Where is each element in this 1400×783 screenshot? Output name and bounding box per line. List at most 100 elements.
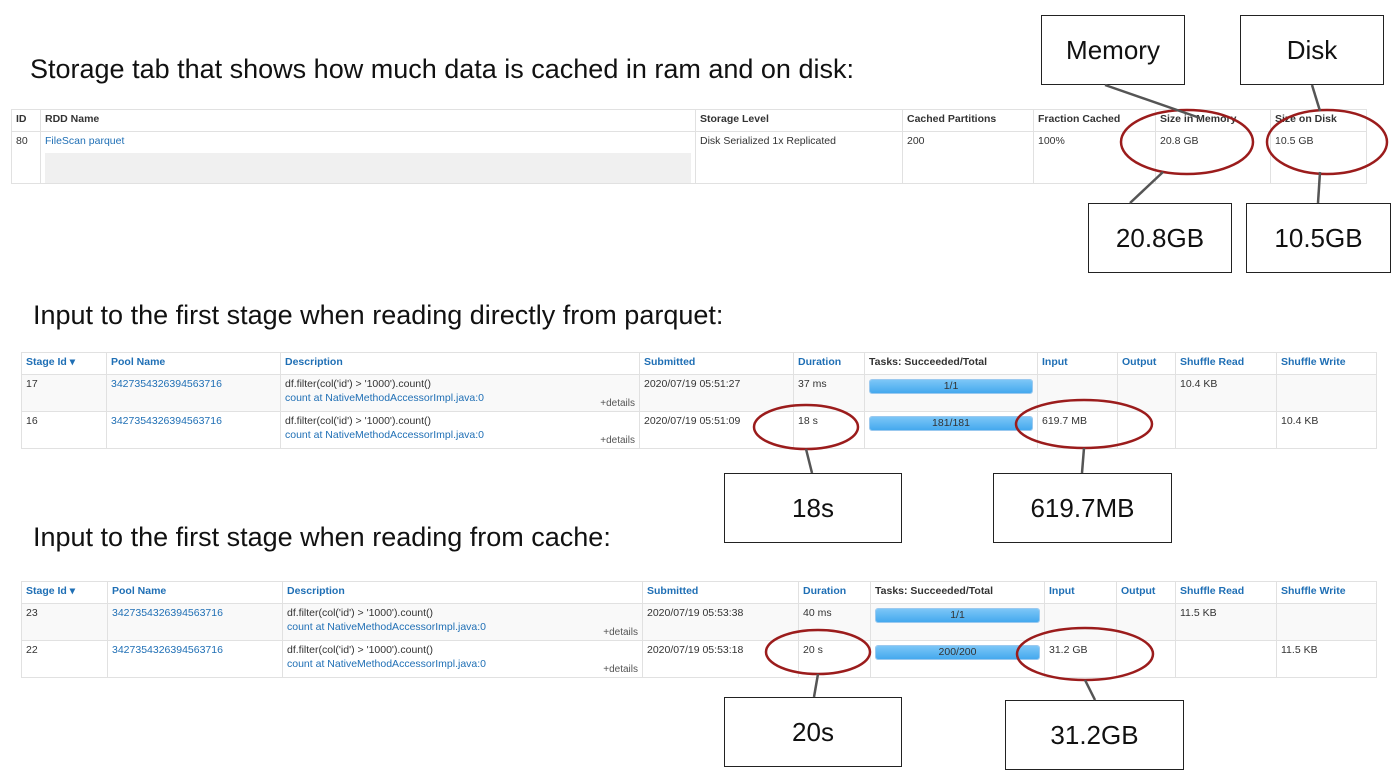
shuffle-write	[1276, 374, 1377, 412]
details-toggle[interactable]: +details	[603, 664, 638, 675]
cache-stages-table: Stage Id ▾ Pool Name Description Submitt…	[21, 581, 1377, 678]
col-size-in-memory[interactable]: Size in Memory	[1155, 109, 1271, 132]
col-tasks: Tasks: Succeeded/Total	[870, 581, 1045, 604]
disk-leader-line	[1310, 84, 1322, 112]
col-pool-name[interactable]: Pool Name	[106, 352, 281, 375]
pool-name-link[interactable]: 3427354326394563716	[111, 378, 222, 390]
col-fraction-cached[interactable]: Fraction Cached	[1033, 109, 1156, 132]
col-shuffle-read[interactable]: Shuffle Read	[1175, 581, 1277, 604]
col-duration[interactable]: Duration	[798, 581, 871, 604]
tasks-cell: 1/1	[864, 374, 1038, 412]
parquet-input-callout: 619.7MB	[993, 473, 1172, 543]
col-pool-name[interactable]: Pool Name	[107, 581, 283, 604]
col-description[interactable]: Description	[280, 352, 640, 375]
col-cached-partitions[interactable]: Cached Partitions	[902, 109, 1034, 132]
col-stage-id[interactable]: Stage Id ▾	[21, 581, 108, 604]
rdd-id: 80	[11, 131, 41, 184]
description-link[interactable]: count at NativeMethodAccessorImpl.java:0	[287, 621, 638, 633]
input	[1044, 603, 1117, 641]
cache-input-callout: 31.2GB	[1005, 700, 1184, 770]
output	[1117, 411, 1176, 449]
col-stage-id[interactable]: Stage Id ▾	[21, 352, 107, 375]
col-output[interactable]: Output	[1117, 352, 1176, 375]
col-input[interactable]: Input	[1037, 352, 1118, 375]
parquet-heading: Input to the first stage when reading di…	[33, 300, 724, 330]
submitted: 2020/07/19 05:53:18	[642, 640, 799, 678]
col-submitted[interactable]: Submitted	[639, 352, 794, 375]
col-output[interactable]: Output	[1116, 581, 1176, 604]
memory-value-callout: 20.8GB	[1088, 203, 1232, 273]
details-toggle[interactable]: +details	[603, 627, 638, 638]
tasks-cell: 200/200	[870, 640, 1045, 678]
description-link[interactable]: count at NativeMethodAccessorImpl.java:0	[285, 429, 635, 441]
fraction-cached: 100%	[1033, 131, 1156, 184]
tasks-progress-bar: 181/181	[869, 416, 1033, 431]
col-size-on-disk[interactable]: Size on Disk	[1270, 109, 1367, 132]
table-row: 16 3427354326394563716 df.filter(col('id…	[21, 411, 1377, 449]
duration: 37 ms	[793, 374, 865, 412]
pool-name-cell: 3427354326394563716	[106, 411, 281, 449]
duration: 18 s	[793, 411, 865, 449]
stage-id: 16	[21, 411, 107, 449]
description-link[interactable]: count at NativeMethodAccessorImpl.java:0	[287, 658, 638, 670]
col-rdd-name[interactable]: RDD Name	[40, 109, 696, 132]
tasks-progress-bar: 200/200	[875, 645, 1040, 660]
output	[1117, 374, 1176, 412]
size-in-memory: 20.8 GB	[1155, 131, 1271, 184]
shuffle-write	[1276, 603, 1377, 641]
description-cell: df.filter(col('id') > '1000').count() co…	[280, 374, 640, 412]
details-toggle[interactable]: +details	[600, 435, 635, 446]
pool-name-link[interactable]: 3427354326394563716	[112, 644, 223, 656]
pool-name-link[interactable]: 3427354326394563716	[111, 415, 222, 427]
col-storage-level[interactable]: Storage Level	[695, 109, 903, 132]
shuffle-read	[1175, 640, 1277, 678]
storage-level: Disk Serialized 1x Replicated	[695, 131, 903, 184]
input: 619.7 MB	[1037, 411, 1118, 449]
shuffle-write: 10.4 KB	[1276, 411, 1377, 449]
description-cell: df.filter(col('id') > '1000').count() co…	[280, 411, 640, 449]
shuffle-read: 10.4 KB	[1175, 374, 1277, 412]
tasks-progress-label: 1/1	[943, 380, 959, 392]
rdd-name-placeholder	[45, 153, 691, 183]
parquet-duration-callout: 18s	[724, 473, 902, 543]
duration: 40 ms	[798, 603, 871, 641]
col-duration[interactable]: Duration	[793, 352, 865, 375]
submitted: 2020/07/19 05:53:38	[642, 603, 799, 641]
description-code: df.filter(col('id') > '1000').count()	[287, 607, 434, 619]
tasks-progress-bar: 1/1	[875, 608, 1040, 623]
sort-down-icon[interactable]: ▾	[70, 585, 75, 597]
tasks-progress-label: 1/1	[950, 609, 965, 621]
col-id[interactable]: ID	[11, 109, 41, 132]
parquet-input-leader-line	[1080, 447, 1086, 474]
cache-duration-callout: 20s	[724, 697, 902, 767]
sort-down-icon[interactable]: ▾	[70, 356, 75, 368]
table-row: 23 3427354326394563716 df.filter(col('id…	[21, 603, 1377, 641]
disk-callout: Disk	[1240, 15, 1384, 85]
description-link[interactable]: count at NativeMethodAccessorImpl.java:0	[285, 392, 635, 404]
pool-name-cell: 3427354326394563716	[106, 374, 281, 412]
parquet-duration-leader-line	[804, 448, 814, 474]
rdd-name-link[interactable]: FileScan parquet	[45, 135, 124, 147]
parquet-stages-table: Stage Id ▾ Pool Name Description Submitt…	[21, 352, 1377, 449]
submitted: 2020/07/19 05:51:09	[639, 411, 794, 449]
table-row: 22 3427354326394563716 df.filter(col('id…	[21, 640, 1377, 678]
duration: 20 s	[798, 640, 871, 678]
rdd-name-cell: FileScan parquet	[40, 131, 696, 184]
pool-name-cell: 3427354326394563716	[107, 603, 283, 641]
col-input[interactable]: Input	[1044, 581, 1117, 604]
col-submitted[interactable]: Submitted	[642, 581, 799, 604]
tasks-progress-label: 181/181	[932, 417, 970, 429]
cached-partitions: 200	[902, 131, 1034, 184]
col-shuffle-write[interactable]: Shuffle Write	[1276, 581, 1377, 604]
shuffle-write: 11.5 KB	[1276, 640, 1377, 678]
tasks-cell: 181/181	[864, 411, 1038, 449]
col-shuffle-read[interactable]: Shuffle Read	[1175, 352, 1277, 375]
col-description[interactable]: Description	[282, 581, 643, 604]
stage-id: 23	[21, 603, 108, 641]
col-shuffle-write[interactable]: Shuffle Write	[1276, 352, 1377, 375]
shuffle-read	[1175, 411, 1277, 449]
tasks-progress-bar: 1/1	[869, 379, 1033, 394]
details-toggle[interactable]: +details	[600, 398, 635, 409]
pool-name-link[interactable]: 3427354326394563716	[112, 607, 223, 619]
output	[1116, 603, 1176, 641]
